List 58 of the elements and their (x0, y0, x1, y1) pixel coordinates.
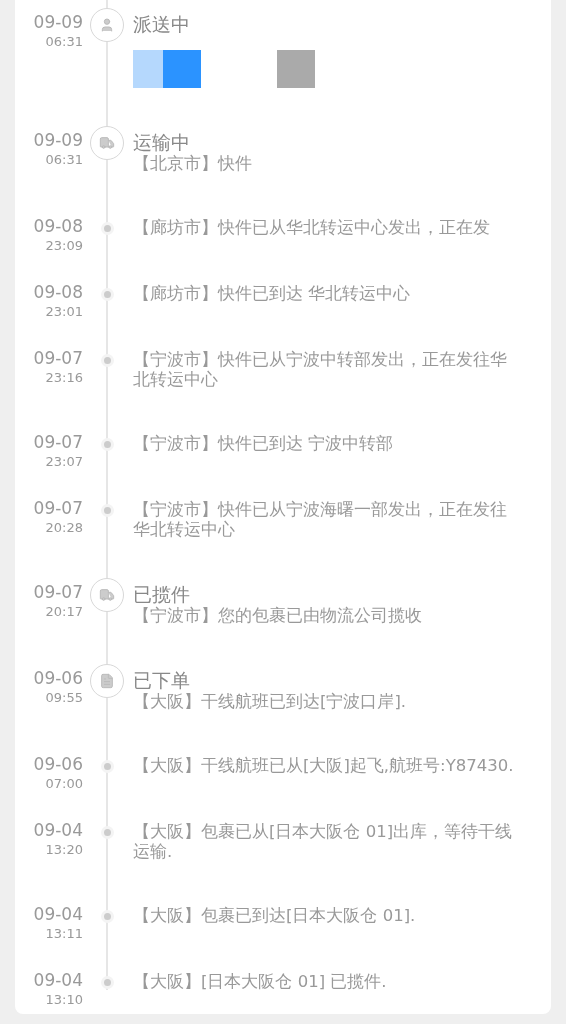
event-date: 09-09 (33, 11, 83, 33)
status-title: 派送中 (133, 12, 191, 36)
event-text: 【北京市】快件 (133, 154, 253, 174)
timeline-dot (100, 826, 114, 839)
event-time: 23:09 (45, 237, 83, 255)
event-date: 09-07 (33, 347, 83, 369)
timeline-dot (100, 222, 114, 235)
status-title: 运输中 (133, 130, 191, 154)
redaction-block (277, 50, 315, 88)
event-time: 09:55 (45, 689, 83, 707)
event-time: 06:31 (45, 151, 83, 169)
event-time: 13:11 (45, 925, 83, 943)
event-time: 20:28 (45, 519, 83, 537)
event-date: 09-08 (33, 215, 83, 237)
event-time: 20:17 (45, 603, 83, 621)
event-date: 09-07 (33, 497, 83, 519)
event-text: 【大阪】[日本大阪仓 01] 已揽件. (133, 972, 388, 992)
event-time: 23:16 (45, 369, 83, 387)
event-date: 09-04 (33, 819, 83, 841)
document-icon (90, 664, 124, 698)
event-time: 07:00 (45, 775, 83, 793)
timeline-dot (100, 438, 114, 451)
truck-icon (90, 126, 124, 160)
timeline-dot (100, 760, 114, 773)
event-text: 【宁波市】快件已从宁波中转部发出，正在发往华北转运中心 (133, 350, 508, 390)
event-time: 13:20 (45, 841, 83, 859)
event-text: 【大阪】包裹已到达[日本大阪仓 01]. (133, 906, 417, 926)
event-date: 09-07 (33, 431, 83, 453)
event-date: 09-08 (33, 281, 83, 303)
timeline-dot (100, 288, 114, 301)
person-icon (90, 8, 124, 42)
event-date: 09-04 (33, 969, 83, 991)
event-date: 09-09 (33, 129, 83, 151)
event-time: 13:10 (45, 991, 83, 1009)
status-title: 已揽件 (133, 582, 191, 606)
event-text: 【宁波市】快件已从宁波海曙一部发出，正在发往华北转运中心 (133, 500, 508, 540)
timeline-dot (100, 910, 114, 923)
event-text: 【廊坊市】快件已到达 华北转运中心 (133, 284, 412, 304)
redaction-block (163, 50, 201, 88)
redaction-block (133, 50, 163, 88)
event-time: 23:01 (45, 303, 83, 321)
status-title: 已下单 (133, 668, 191, 692)
event-date: 09-07 (33, 581, 83, 603)
event-time: 23:07 (45, 453, 83, 471)
event-text: 【大阪】干线航班已从[大阪]起飞,航班号:Y87430. (133, 756, 515, 776)
event-text: 【宁波市】快件已到达 宁波中转部 (133, 434, 395, 454)
event-text: 【廊坊市】快件已从华北转运中心发出，正在发 (133, 218, 491, 238)
event-text: 【大阪】包裹已从[日本大阪仓 01]出库，等待干线运输. (133, 822, 514, 862)
event-time: 06:31 (45, 33, 83, 51)
event-text: 【大阪】干线航班已到达[宁波口岸]. (133, 692, 408, 712)
timeline-dot (100, 504, 114, 517)
event-date: 09-04 (33, 903, 83, 925)
timeline-dot (100, 354, 114, 367)
event-text: 【宁波市】您的包裹已由物流公司揽收 (133, 606, 423, 626)
truck-icon (90, 578, 124, 612)
timeline-dot (100, 976, 114, 989)
event-date: 09-06 (33, 753, 83, 775)
event-date: 09-06 (33, 667, 83, 689)
